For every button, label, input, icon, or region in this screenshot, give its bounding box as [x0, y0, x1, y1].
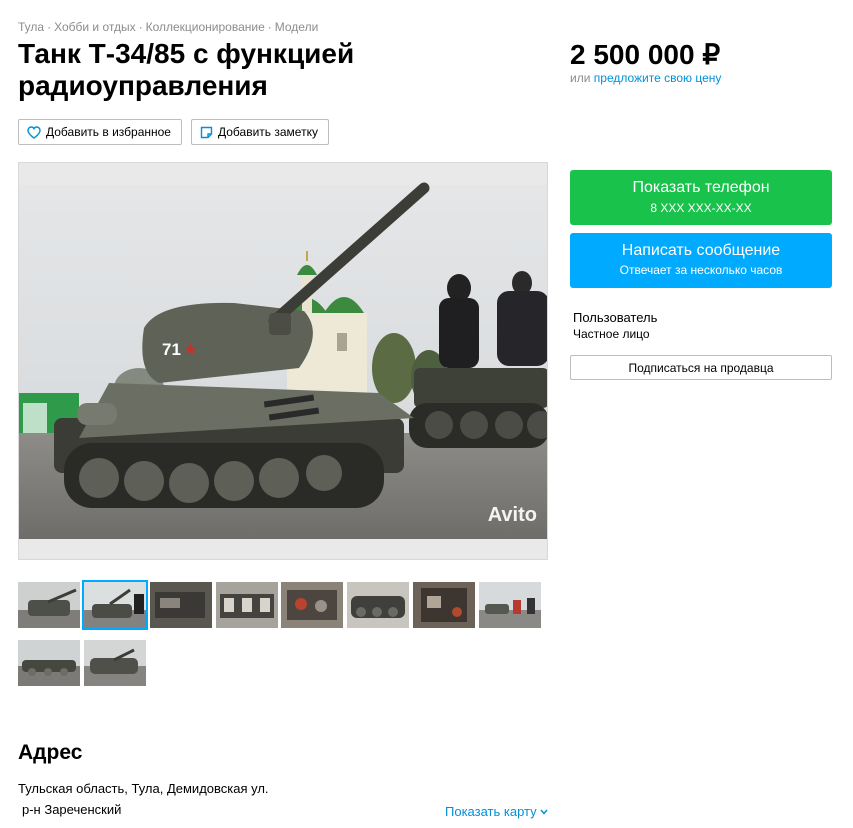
breadcrumb-item-hobby[interactable]: Хобби и отдых: [54, 20, 136, 34]
seller-name[interactable]: Пользователь: [573, 310, 657, 325]
show-phone-button[interactable]: Показать телефон 8 XXX XXX-XX-XX: [570, 170, 832, 225]
show-phone-label: Показать телефон: [632, 179, 770, 196]
tank-photo-image: 71 ★: [19, 163, 547, 559]
page-title: Танк Т-34/85 с функцией радиоуправления: [18, 38, 355, 101]
breadcrumb-item-city[interactable]: Тула: [18, 20, 44, 34]
gallery-thumbnail[interactable]: [413, 582, 475, 628]
gallery-thumbnail[interactable]: [150, 582, 212, 628]
address-heading: Адрес: [18, 741, 83, 764]
main-photo[interactable]: 71 ★ Avito: [18, 162, 548, 560]
offer-price-link[interactable]: предложите свою цену: [594, 71, 722, 85]
chevron-down-icon: [540, 809, 548, 815]
price-offer: или предложите свою цену: [570, 71, 721, 85]
breadcrumb-separator: ·: [138, 20, 143, 34]
add-note-button[interactable]: Добавить заметку: [191, 119, 329, 145]
add-to-favorites-button[interactable]: Добавить в избранное: [18, 119, 182, 145]
breadcrumb-item-collecting[interactable]: Коллекционирование: [146, 20, 265, 34]
svg-text:★: ★: [183, 340, 198, 359]
add-note-label: Добавить заметку: [218, 125, 318, 139]
gallery-thumbnail[interactable]: [18, 640, 80, 686]
write-message-label: Написать сообщение: [621, 242, 781, 259]
gallery-thumbnail[interactable]: [84, 640, 146, 686]
response-time: Отвечает за несколько часов: [619, 263, 783, 277]
subscribe-seller-button[interactable]: Подписаться на продавца: [570, 355, 832, 380]
breadcrumb-separator: ·: [47, 20, 52, 34]
breadcrumb-separator: ·: [267, 20, 272, 34]
price-offer-prefix: или: [570, 71, 591, 85]
breadcrumb: Тула · Хобби и отдых · Коллекционирование · Мо…: [18, 20, 318, 34]
gallery-thumbnail[interactable]: [347, 582, 409, 628]
gallery-thumbnail-active[interactable]: [82, 580, 148, 630]
heart-icon: [27, 125, 41, 139]
show-map-link[interactable]: Показать карту: [445, 804, 548, 819]
show-map-label: Показать карту: [445, 804, 537, 819]
add-to-favorites-label: Добавить в избранное: [46, 125, 171, 139]
phone-masked: 8 XXX XXX-XX-XX: [650, 201, 752, 215]
gallery-thumbnail[interactable]: [216, 582, 278, 628]
note-icon: [200, 126, 213, 138]
district: р-н Зареченский: [22, 802, 122, 817]
avito-watermark: Avito: [487, 504, 537, 526]
gallery-thumbnail[interactable]: [479, 582, 541, 628]
svg-text:71: 71: [162, 340, 181, 359]
seller-type: Частное лицо: [573, 327, 650, 341]
address-line: Тульская область, Тула, Демидовская ул.: [18, 781, 269, 796]
gallery-thumbnail[interactable]: [18, 582, 80, 628]
gallery-thumbnail[interactable]: [281, 582, 343, 628]
write-message-button[interactable]: Написать сообщение Отвечает за несколько…: [570, 233, 832, 288]
breadcrumb-item-models[interactable]: Модели: [275, 20, 319, 34]
price: 2 500 000 ₽: [570, 39, 721, 70]
